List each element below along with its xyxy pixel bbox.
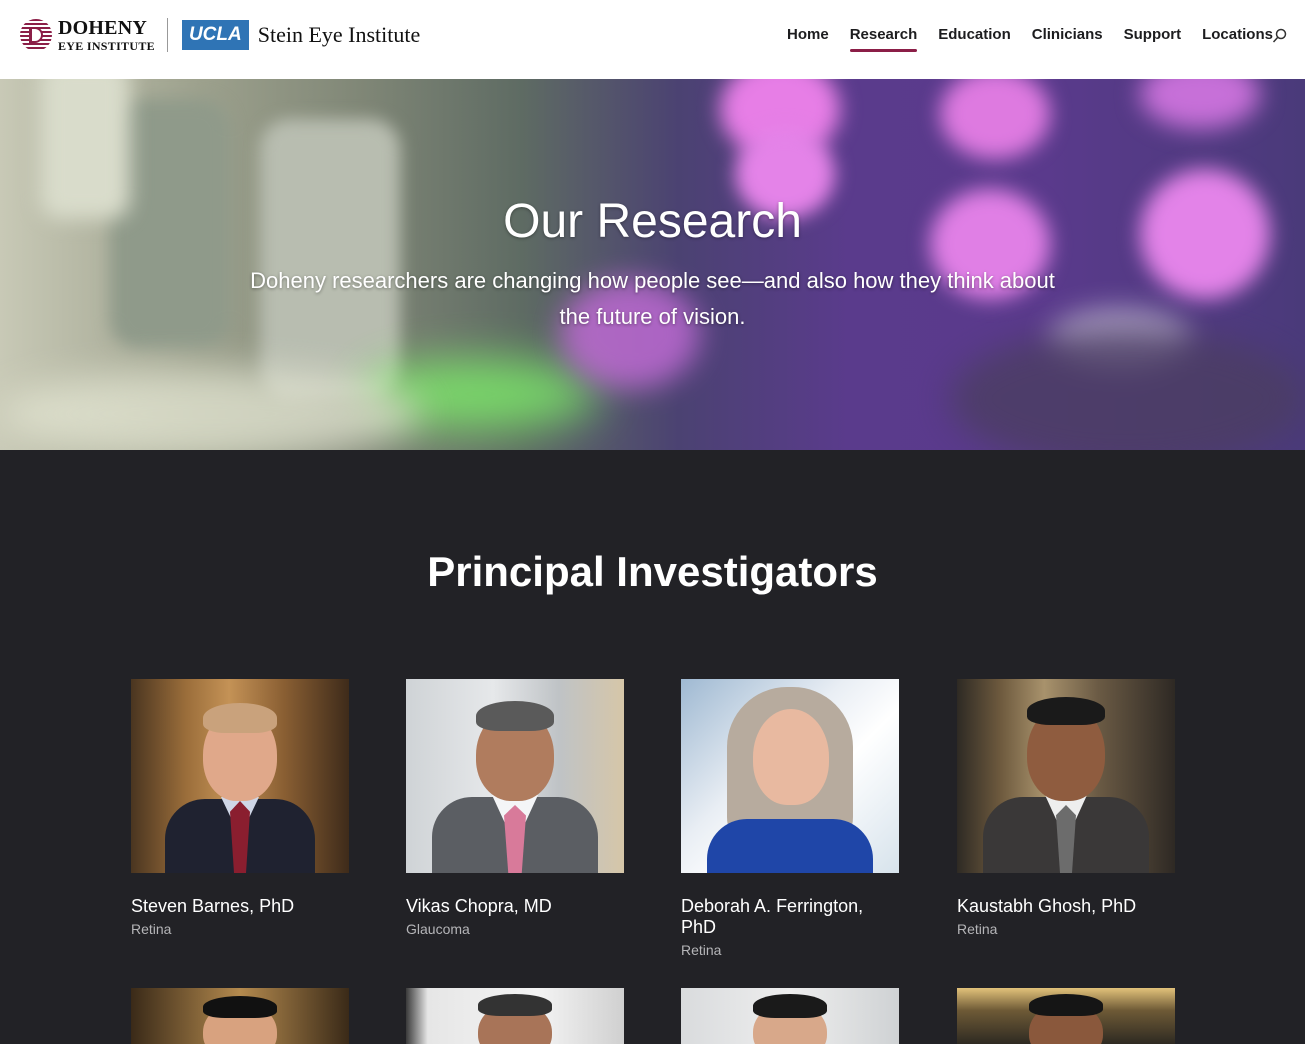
hero-content: Our Research Doheny researchers are chan… <box>0 194 1305 335</box>
investigator-photo[interactable] <box>681 988 899 1044</box>
hero-subtitle: Doheny researchers are changing how peop… <box>250 268 1055 329</box>
investigator-photo[interactable] <box>406 679 624 873</box>
investigator-photo[interactable] <box>131 988 349 1044</box>
hero-bg-shape <box>1140 79 1260 129</box>
main-nav: Home Research Education Clinicians Suppo… <box>787 26 1294 52</box>
site-logo[interactable]: DOHENY EYE INSTITUTE UCLA Stein Eye Inst… <box>20 18 420 52</box>
investigator-card[interactable] <box>131 988 349 1044</box>
nav-education[interactable]: Education <box>938 26 1011 52</box>
hero-bg-shape <box>0 369 420 450</box>
investigator-card[interactable]: Steven Barnes, PhD Retina <box>131 679 349 937</box>
investigator-photo[interactable] <box>957 988 1175 1044</box>
nav-home[interactable]: Home <box>787 26 829 52</box>
nav-locations[interactable]: Locations <box>1202 26 1273 52</box>
hero-title: Our Research <box>503 195 802 248</box>
investigator-card[interactable]: Kaustabh Ghosh, PhD Retina <box>957 679 1175 937</box>
nav-clinicians[interactable]: Clinicians <box>1032 26 1103 52</box>
nav-research[interactable]: Research <box>849 26 917 52</box>
doheny-logo-icon <box>20 19 52 51</box>
investigator-name[interactable]: Kaustabh Ghosh, PhD <box>957 896 1175 917</box>
hero-bg-shape <box>940 79 1050 159</box>
section-title: Principal Investigators <box>427 548 878 595</box>
hero-bg-shape <box>950 329 1305 450</box>
ucla-logo: UCLA <box>181 20 249 50</box>
investigator-card[interactable] <box>681 988 899 1044</box>
investigator-photo[interactable] <box>681 679 899 873</box>
stein-logo-text: Stein Eye Institute <box>257 22 421 47</box>
investigator-photo[interactable] <box>131 679 349 873</box>
investigator-card[interactable]: Deborah A. Ferrington, PhD Retina <box>681 679 899 958</box>
investigator-specialty: Retina <box>957 921 998 937</box>
investigator-specialty: Retina <box>131 921 172 937</box>
doheny-logo-text: DOHENY EYE INSTITUTE <box>58 17 155 53</box>
investigator-name[interactable]: Deborah A. Ferrington, PhD <box>681 896 899 938</box>
investigator-name[interactable]: Steven Barnes, PhD <box>131 896 349 917</box>
investigator-photo[interactable] <box>406 988 624 1044</box>
investigator-card[interactable]: Vikas Chopra, MD Glaucoma <box>406 679 624 937</box>
search-icon[interactable] <box>1272 28 1288 44</box>
investigator-name[interactable]: Vikas Chopra, MD <box>406 896 624 917</box>
nav-support[interactable]: Support <box>1124 26 1182 52</box>
logo-divider <box>166 18 168 52</box>
investigator-specialty: Glaucoma <box>406 921 470 937</box>
investigator-card[interactable] <box>957 988 1175 1044</box>
investigator-specialty: Retina <box>681 942 722 958</box>
investigator-photo[interactable] <box>957 679 1175 873</box>
hero-banner: Our Research Doheny researchers are chan… <box>0 79 1305 450</box>
investigator-card[interactable] <box>406 988 624 1044</box>
site-header: DOHENY EYE INSTITUTE UCLA Stein Eye Inst… <box>0 0 1305 79</box>
